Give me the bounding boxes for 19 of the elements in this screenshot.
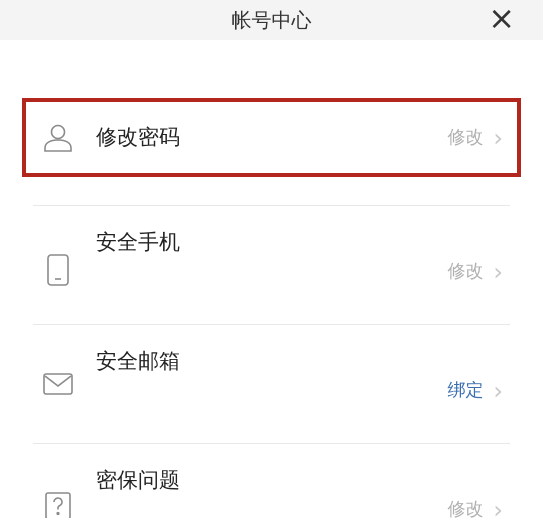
chevron-icon: › bbox=[493, 498, 503, 518]
mail-icon bbox=[43, 373, 73, 395]
row-label: 安全邮箱 bbox=[96, 351, 180, 372]
row-label: 安全手机 bbox=[96, 232, 180, 253]
chevron-icon: › bbox=[493, 379, 503, 403]
question-icon bbox=[45, 492, 71, 518]
row-label: 修改密码 bbox=[96, 127, 180, 148]
row-action[interactable]: 绑定 bbox=[447, 382, 484, 400]
settings-row[interactable]: 密保问题 修改 › bbox=[22, 444, 521, 518]
chevron-icon: › bbox=[493, 126, 503, 150]
settings-row[interactable]: 安全手机 修改 › bbox=[22, 206, 521, 324]
settings-row[interactable]: 安全邮箱 绑定 › bbox=[22, 325, 521, 443]
phone-icon bbox=[47, 254, 69, 286]
header-title: 帐号中心 bbox=[232, 7, 312, 34]
person-icon bbox=[43, 124, 73, 152]
row-label: 密保问题 bbox=[96, 470, 180, 491]
chevron-icon: › bbox=[493, 260, 503, 284]
close-button[interactable]: × bbox=[488, 2, 515, 34]
settings-row[interactable]: 修改密码 修改 › bbox=[22, 98, 521, 177]
